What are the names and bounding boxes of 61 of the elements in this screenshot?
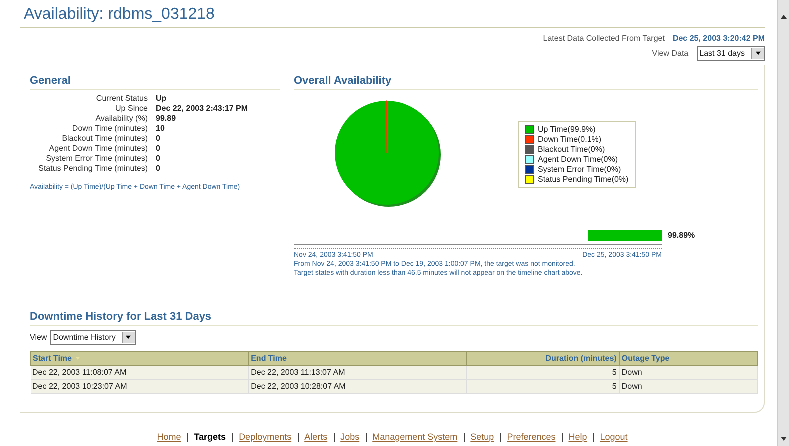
column-header[interactable]: Duration (minutes) bbox=[466, 352, 620, 366]
view-label: View bbox=[30, 333, 48, 342]
caret-icon[interactable] bbox=[754, 51, 762, 56]
field-label: Up Since bbox=[114, 104, 148, 113]
scrollbar[interactable] bbox=[777, 0, 789, 446]
table-cell: Dec 22, 2003 10:28:07 AM bbox=[248, 380, 467, 394]
footer-link[interactable]: Home bbox=[157, 432, 182, 442]
field-value: 0 bbox=[156, 144, 162, 153]
caret-icon[interactable] bbox=[125, 335, 132, 340]
legend-label: Agent Down Time(0%) bbox=[538, 154, 618, 164]
field-label: Blackout Time (minutes) bbox=[61, 134, 148, 143]
column-header[interactable]: Start Time bbox=[30, 352, 249, 366]
field-label: Current Status bbox=[95, 94, 148, 103]
field-value: 0 bbox=[156, 154, 162, 163]
field-value: Up bbox=[156, 94, 168, 103]
collected-label: Latest Data Collected From Target bbox=[543, 34, 665, 43]
scroll-up-icon[interactable] bbox=[780, 14, 788, 20]
view-data-label: View Data bbox=[652, 49, 689, 58]
section-title: Overall Availability bbox=[294, 75, 758, 90]
footer-link[interactable]: Preferences bbox=[507, 432, 556, 442]
field-value: 10 bbox=[156, 124, 166, 133]
table-cell: Dec 22, 2003 11:13:07 AM bbox=[248, 366, 467, 380]
legend-label: Down Time(0.1%) bbox=[538, 134, 602, 144]
view-data-select[interactable]: Last 31 days bbox=[696, 46, 765, 61]
field-label: Availability (%) bbox=[94, 114, 148, 123]
sort-icon bbox=[74, 356, 81, 361]
legend-label: Up Time(99.9%) bbox=[538, 124, 596, 134]
column-header[interactable]: End Time bbox=[248, 352, 467, 366]
field-label: System Error Time (minutes) bbox=[45, 154, 148, 163]
footer-link[interactable]: Alerts bbox=[304, 432, 328, 442]
column-header[interactable]: Outage Type bbox=[619, 352, 758, 366]
field-label: Status Pending Time (minutes) bbox=[38, 164, 148, 173]
field-label: Down Time (minutes) bbox=[71, 124, 148, 133]
footer-link[interactable]: Logout bbox=[600, 432, 628, 442]
timeline-percent: 99.89% bbox=[668, 231, 696, 240]
field-value: Dec 22, 2003 2:43:17 PM bbox=[156, 104, 250, 113]
table-cell: 5 bbox=[466, 380, 620, 394]
page-title: Availability: rdbms_031218 bbox=[20, 4, 765, 28]
table-cell: Dec 22, 2003 10:23:07 AM bbox=[30, 380, 249, 394]
scroll-down-icon[interactable] bbox=[780, 436, 788, 442]
field-value: 0 bbox=[156, 164, 162, 173]
footer-link[interactable]: Management System bbox=[372, 432, 458, 442]
footer-link[interactable]: Targets bbox=[194, 432, 226, 442]
field-label: Agent Down Time (minutes) bbox=[48, 144, 148, 153]
field-value: 0 bbox=[156, 134, 162, 143]
footer-link[interactable]: Setup bbox=[470, 432, 494, 442]
collected-value: Dec 25, 2003 3:20:42 PM bbox=[672, 34, 765, 43]
footer-link[interactable]: Jobs bbox=[340, 432, 360, 442]
table-cell: Dec 22, 2003 11:08:07 AM bbox=[30, 366, 249, 380]
legend-label: Status Pending Time(0%) bbox=[538, 174, 629, 184]
section-title: General bbox=[30, 75, 280, 90]
view-select[interactable]: Downtime History bbox=[50, 330, 136, 345]
field-value: 99.89 bbox=[156, 114, 178, 123]
footer-link[interactable]: Deployments bbox=[239, 432, 292, 442]
footer-link[interactable]: Help bbox=[568, 432, 588, 442]
section-title: Downtime History for Last 31 Days bbox=[30, 311, 758, 326]
legend-label: System Error Time(0%) bbox=[538, 164, 622, 174]
legend-label: Blackout Time(0%) bbox=[538, 144, 606, 154]
table-cell: Down bbox=[619, 380, 758, 394]
table-cell: Down bbox=[619, 366, 758, 380]
table-cell: 5 bbox=[466, 366, 620, 380]
